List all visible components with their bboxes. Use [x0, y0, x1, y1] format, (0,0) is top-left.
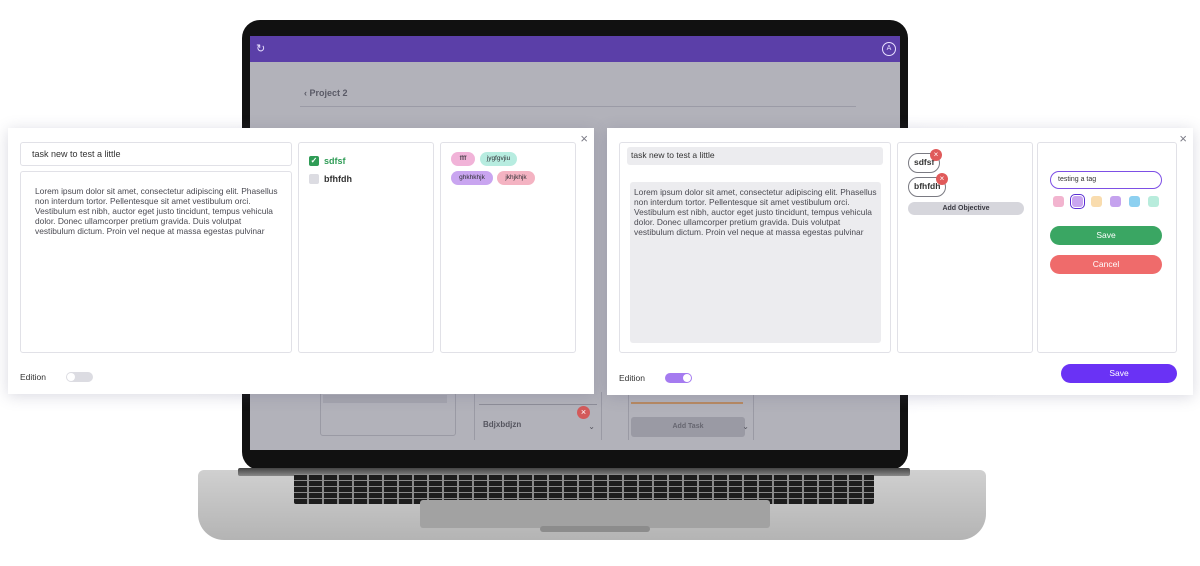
color-swatch[interactable]: [1148, 196, 1159, 207]
app-bar: ↻ A: [250, 36, 900, 62]
chevron-down-icon[interactable]: ⌄: [588, 422, 595, 431]
avatar[interactable]: A: [882, 42, 896, 56]
description-text: Lorem ipsum dolor sit amet, consectetur …: [35, 186, 278, 236]
tags-edit-panel: testing a tag Save Cancel: [1037, 142, 1177, 353]
cancel-tag-button[interactable]: Cancel: [1050, 255, 1162, 274]
edition-label: Edition: [20, 372, 46, 382]
task-modal-edit: × task new to test a little Lorem ipsum …: [607, 128, 1193, 395]
color-swatch[interactable]: [1129, 196, 1140, 207]
divider: [300, 106, 856, 107]
task-title-input[interactable]: task new to test a little: [627, 147, 883, 165]
add-objective-button[interactable]: Add Objective: [908, 202, 1024, 215]
background-task-label: Bdjxbdjzn: [483, 420, 522, 429]
objective-item[interactable]: bfhfdh: [309, 174, 352, 184]
task-modal-view: × task new to test a little Lorem ipsum …: [8, 128, 594, 394]
add-task-button[interactable]: Add Task: [631, 417, 745, 437]
tag-chip[interactable]: ffff: [451, 152, 475, 166]
breadcrumb[interactable]: ‹ Project 2: [304, 88, 348, 98]
objective-item[interactable]: ✓ sdfsf: [309, 156, 346, 166]
tags-panel: ffff jygfgvjiu ghkhkhjk jkhjkhjk: [440, 142, 576, 353]
checkbox-icon[interactable]: [309, 174, 319, 184]
remove-icon[interactable]: ×: [577, 406, 590, 419]
color-swatch[interactable]: [1091, 196, 1102, 207]
objective-label: sdfsf: [324, 156, 346, 166]
remove-objective-icon[interactable]: ×: [930, 149, 942, 161]
stage: ↻ A ‹ Project 2 × Bdjxbdjzn ⌄ Add Task ⌄…: [0, 0, 1200, 566]
objective-label: bfhfdh: [324, 174, 352, 184]
background-task-card: × Bdjxbdjzn ⌄: [474, 392, 602, 440]
objectives-edit-panel: sdfsf × bfhfdh × Add Objective: [897, 142, 1033, 353]
edition-toggle[interactable]: [665, 373, 692, 383]
app-logo-icon[interactable]: ↻: [256, 43, 268, 55]
trackpad: [420, 500, 770, 528]
checkbox-checked-icon[interactable]: ✓: [309, 156, 319, 166]
color-swatch[interactable]: [1110, 196, 1121, 207]
description-text: Lorem ipsum dolor sit amet, consectetur …: [634, 187, 877, 237]
background-card: [320, 392, 456, 436]
background-add-task-card: Add Task ⌄: [628, 392, 754, 440]
tag-chip[interactable]: jkhjkhjk: [497, 171, 535, 185]
color-swatch[interactable]: [1053, 196, 1064, 207]
description-panel: Lorem ipsum dolor sit amet, consectetur …: [20, 171, 292, 353]
remove-objective-icon[interactable]: ×: [936, 173, 948, 185]
tag-chip[interactable]: ghkhkhjk: [451, 171, 493, 185]
save-tag-button[interactable]: Save: [1050, 226, 1162, 245]
edition-label: Edition: [619, 373, 645, 383]
edition-toggle[interactable]: [66, 372, 93, 382]
edit-main-panel: task new to test a little Lorem ipsum do…: [619, 142, 891, 353]
task-title-field[interactable]: task new to test a little: [20, 142, 292, 166]
close-icon[interactable]: ×: [580, 131, 588, 146]
color-swatch-selected[interactable]: [1069, 193, 1086, 210]
tag-name-input[interactable]: testing a tag: [1050, 171, 1162, 189]
objectives-panel: ✓ sdfsf bfhfdh: [298, 142, 434, 353]
close-icon[interactable]: ×: [1179, 131, 1187, 146]
save-button[interactable]: Save: [1061, 364, 1177, 383]
laptop-notch: [540, 526, 650, 532]
tag-chip[interactable]: jygfgvjiu: [480, 152, 517, 166]
description-textarea[interactable]: Lorem ipsum dolor sit amet, consectetur …: [630, 182, 881, 343]
chevron-down-icon[interactable]: ⌄: [742, 422, 749, 431]
